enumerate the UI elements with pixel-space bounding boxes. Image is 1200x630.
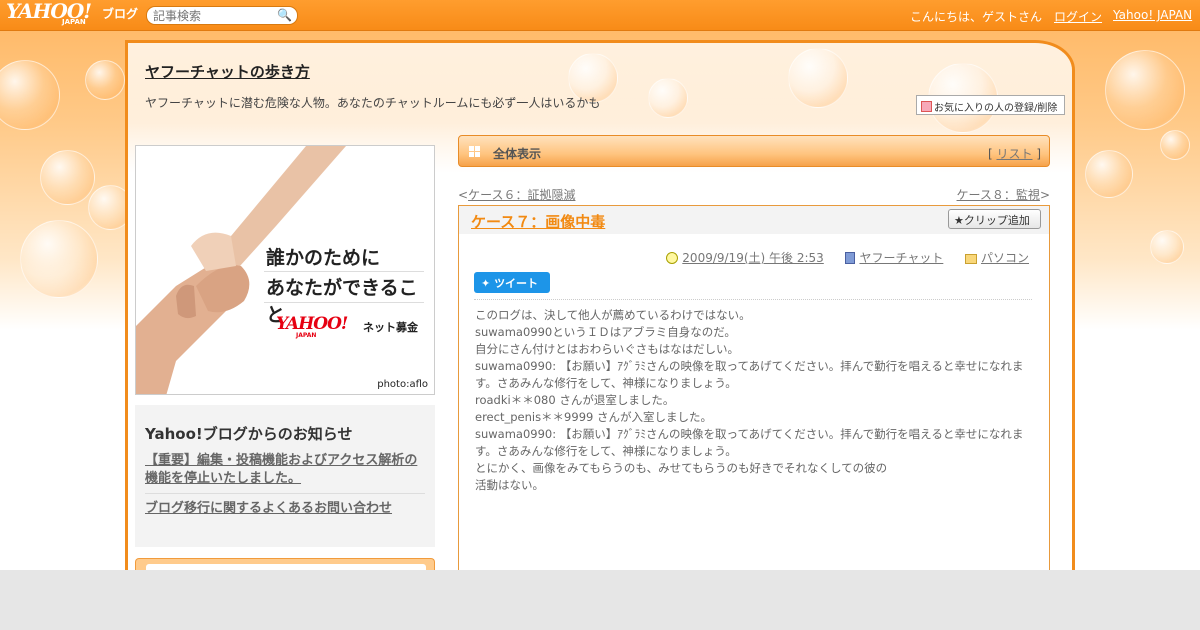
notice-title: Yahoo!ブログからのお知らせ xyxy=(145,425,353,443)
search-icon[interactable]: 🔍 xyxy=(277,8,292,22)
prev-entry-nav: <ケース６：証拠隠滅 xyxy=(458,188,576,202)
bubble-decoration xyxy=(1105,50,1185,130)
banner-service-name: ネット募金 xyxy=(363,321,418,334)
next-entry-nav: ケース８：監視> xyxy=(956,188,1050,202)
blog-logo-label[interactable]: ブログ xyxy=(102,5,138,22)
tweet-label: ツイート xyxy=(494,277,539,290)
blog-title[interactable]: ヤフーチャットの歩き方 xyxy=(145,61,310,82)
yahoo-japan-link[interactable]: Yahoo! JAPAN xyxy=(1113,8,1192,22)
blog-description: ヤフーチャットに潜む危険な人物。あなたのチャットルームにも必ず一人はいるかも xyxy=(145,96,601,110)
bubble-decoration xyxy=(85,60,125,100)
grid-icon xyxy=(469,146,480,157)
entry-body-line: 自分にさん付けとはおわらいぐさもはなはだしい。 xyxy=(475,342,740,356)
entry-title[interactable]: ケース７：画像中毒 xyxy=(471,211,605,232)
notice-box: Yahoo!ブログからのお知らせ 【重要】編集・投稿機能およびアクセス解析の機能… xyxy=(135,405,435,547)
entry-body-line: suwama0990: 【お願い】ｱｸﾞﾗﾐさんの映像を取ってあげてください。拝… xyxy=(475,427,1024,458)
entry-date-link[interactable]: 2009/9/19(土) 午後 2:53 xyxy=(682,251,823,265)
top-bar: YAHOO! JAPAN ブログ 🔍 こんにちは、ゲストさん ログイン Yaho… xyxy=(0,0,1200,31)
next-entry-link[interactable]: ケース８：監視 xyxy=(957,188,1040,202)
entry-body-line: このログは、決して他人が薦めているわけではない。 xyxy=(475,308,751,322)
entry-header: ケース７：画像中毒 ★クリップ追加 xyxy=(459,206,1049,234)
folder-icon xyxy=(964,254,977,264)
twitter-bird-icon: ✦ xyxy=(481,277,491,290)
favorite-register-label: お気に入りの人の登録/削除 xyxy=(934,103,1058,114)
entry-body-line: erect_penis＊＊9999 さんが入室しました。 xyxy=(475,410,712,424)
entry-category-link[interactable]: パソコン xyxy=(981,251,1029,265)
banner-photo-credit: photo:aflo xyxy=(377,379,428,390)
greeting-text: こんにちは、ゲストさん xyxy=(910,10,1043,24)
clip-add-label: クリップ追加 xyxy=(963,214,1030,227)
banner-yahoo-logo: YAHOO! xyxy=(276,314,348,334)
prev-entry-link[interactable]: ケース６：証拠隠滅 xyxy=(468,188,575,202)
banner-yahoo-logo-sub: JAPAN xyxy=(296,332,317,339)
heart-icon xyxy=(921,101,932,112)
bubble-decoration xyxy=(1160,130,1190,160)
banner-divider xyxy=(264,271,424,272)
view-all-label: 全体表示 xyxy=(493,147,542,161)
entry-meta: 2009/9/19(土) 午後 2:53 ヤフーチャット パソコン xyxy=(666,249,1029,266)
entry-body-line: 活動はない。 xyxy=(475,478,544,492)
page-bottom-area xyxy=(0,570,1200,630)
entry-body: このログは、決して他人が薦めているわけではない。 suwama0990というＩＤ… xyxy=(475,307,1035,494)
blog-entry: ケース７：画像中毒 ★クリップ追加 2009/9/19(土) 午後 2:53 ヤ… xyxy=(458,205,1050,575)
tweet-button[interactable]: ✦ ツイート xyxy=(474,272,550,293)
bubble-decoration xyxy=(648,78,688,118)
bubble-decoration xyxy=(1085,150,1133,198)
entry-divider xyxy=(474,299,1032,300)
login-link[interactable]: ログイン xyxy=(1054,8,1102,25)
view-mode-bar: 全体表示 [ リスト ] xyxy=(458,135,1050,167)
list-view-link[interactable]: リスト xyxy=(996,147,1032,161)
entry-body-line: suwama0990というＩＤはアブラミ自身なのだ。 xyxy=(475,325,736,339)
bubble-decoration xyxy=(40,150,95,205)
clock-icon xyxy=(666,252,679,264)
notice-link-service-stop[interactable]: 【重要】編集・投稿機能およびアクセス解析の機能を停止いたしました。 xyxy=(145,452,425,494)
donation-banner[interactable]: 誰かのために あなたができること YAHOO! JAPAN ネット募金 phot… xyxy=(135,145,435,395)
yahoo-logo-sub: JAPAN xyxy=(62,18,86,26)
notice-link-faq[interactable]: ブログ移行に関するよくあるお問い合わせ xyxy=(145,500,425,523)
bubble-decoration xyxy=(20,220,98,298)
bubble-decoration xyxy=(0,60,60,130)
bubble-decoration xyxy=(1150,230,1184,264)
entry-body-line: とにかく、画像をみてもらうのも、みせてもらうのも好きでそれなくしての彼の xyxy=(475,461,888,475)
entry-author-link[interactable]: ヤフーチャット xyxy=(859,251,943,265)
banner-headline-1: 誰かのために xyxy=(266,247,381,269)
entry-body-line: suwama0990: 【お願い】ｱｸﾞﾗﾐさんの映像を取ってあげてください。拝… xyxy=(475,359,1024,390)
clip-add-button[interactable]: ★クリップ追加 xyxy=(948,209,1041,229)
search-input[interactable] xyxy=(153,7,278,24)
book-icon xyxy=(845,252,856,264)
favorite-register-button[interactable]: お気に入りの人の登録/削除 xyxy=(916,95,1065,115)
bubble-decoration xyxy=(788,48,848,108)
list-link-wrapper: [ リスト ] xyxy=(987,147,1041,161)
search-box: 🔍 xyxy=(146,6,298,25)
star-icon: ★ xyxy=(954,214,964,227)
entry-body-line: roadki＊＊080 さんが退室しました。 xyxy=(475,393,675,407)
